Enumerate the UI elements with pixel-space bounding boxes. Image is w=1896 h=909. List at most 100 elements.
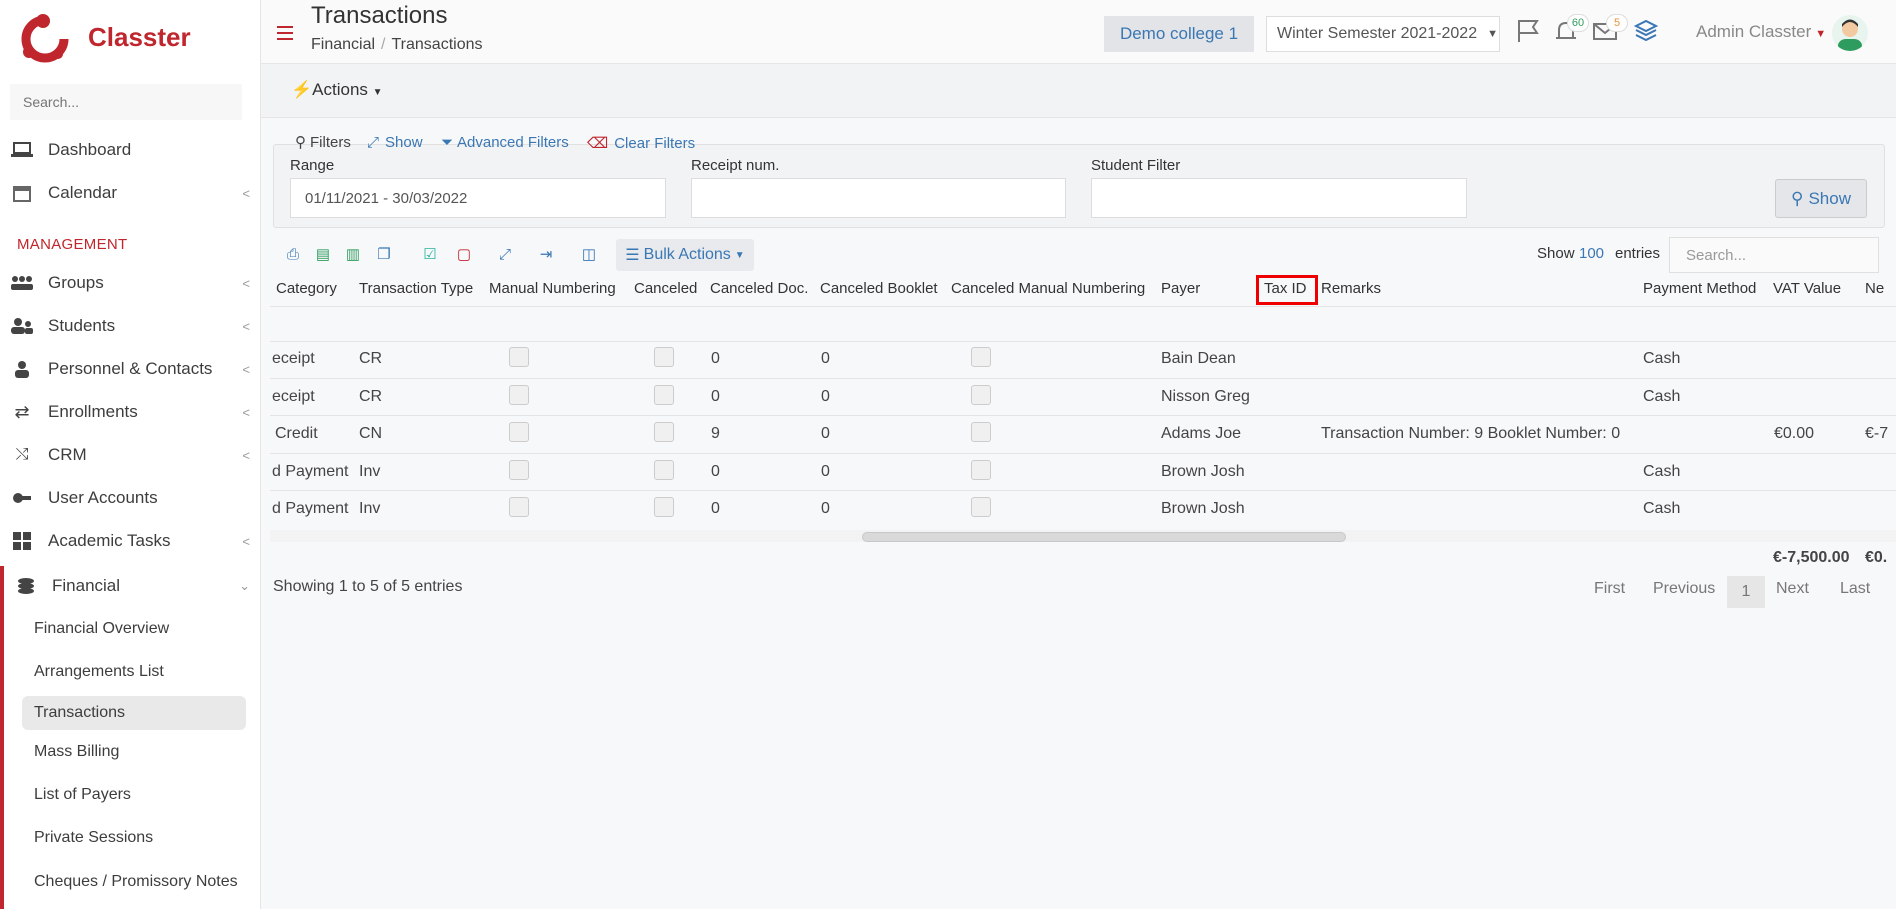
cell-payer[interactable]: Adams Joe bbox=[1161, 425, 1241, 443]
checkbox-canceled[interactable] bbox=[654, 497, 674, 517]
layers-add-icon[interactable] bbox=[1633, 18, 1661, 46]
excel-icon[interactable]: ▤ bbox=[313, 244, 333, 264]
column-header[interactable]: Transaction Type bbox=[359, 280, 473, 297]
column-header[interactable]: Payment Method bbox=[1643, 280, 1756, 297]
breadcrumb-item: Transactions bbox=[391, 36, 483, 53]
checkbox-canceled-manual[interactable] bbox=[971, 497, 991, 517]
envelope-icon[interactable]: 5 bbox=[1592, 14, 1628, 46]
column-header[interactable]: Remarks bbox=[1321, 280, 1381, 297]
pagination-previous[interactable]: Previous bbox=[1653, 580, 1715, 598]
sidebar-item-label: Groups bbox=[48, 273, 104, 292]
cell-payer[interactable]: Brown Josh bbox=[1161, 500, 1245, 518]
receipt-num-input[interactable] bbox=[691, 178, 1066, 218]
pagination-current[interactable]: 1 bbox=[1727, 576, 1765, 608]
column-header[interactable]: Ne bbox=[1865, 280, 1884, 297]
bolt-icon: ⚡ bbox=[291, 80, 313, 99]
checkbox-manual-numbering[interactable] bbox=[509, 347, 529, 367]
cell-payer[interactable]: Bain Dean bbox=[1161, 350, 1236, 368]
search-icon: ⚲ bbox=[1791, 188, 1804, 208]
checkbox-canceled[interactable] bbox=[654, 347, 674, 367]
checkbox-canceled-manual[interactable] bbox=[971, 460, 991, 480]
sidebar-item-personnel[interactable]: Personnel & Contacts < bbox=[0, 349, 260, 389]
checkbox-canceled-manual[interactable] bbox=[971, 385, 991, 405]
export-icon[interactable]: ⇥ bbox=[536, 244, 556, 264]
sidebar-subitem-private-sessions[interactable]: Private Sessions bbox=[34, 821, 258, 855]
cell-payer[interactable]: Nisson Greg bbox=[1161, 388, 1250, 406]
deselect-icon[interactable]: ▢ bbox=[454, 244, 474, 264]
sidebar-item-crm[interactable]: ⤭ CRM < bbox=[0, 435, 260, 475]
cell-type: Inv bbox=[359, 463, 381, 480]
sidebar-subitem-mass-billing[interactable]: Mass Billing bbox=[34, 735, 258, 769]
hamburger-menu-icon[interactable] bbox=[277, 26, 293, 40]
expand-icon[interactable]: ⤢ bbox=[495, 244, 515, 264]
sidebar-item-calendar[interactable]: Calendar < bbox=[0, 173, 260, 213]
column-header[interactable]: Canceled Doc. bbox=[710, 280, 808, 297]
breadcrumb-item[interactable]: Financial bbox=[311, 36, 375, 53]
bulk-actions-button[interactable]: ☰ Bulk Actions ▼ bbox=[616, 239, 754, 271]
select-all-icon[interactable]: ☑ bbox=[420, 244, 440, 264]
actions-bar: ⚡Actions ▼ bbox=[261, 64, 1896, 118]
sidebar-search-input[interactable] bbox=[10, 84, 242, 120]
checkbox-canceled-manual[interactable] bbox=[971, 347, 991, 367]
sidebar-item-enrollments[interactable]: ⇄ Enrollments < bbox=[0, 392, 260, 432]
person-icon bbox=[10, 359, 34, 379]
student-filter-input[interactable] bbox=[1091, 178, 1467, 218]
column-header[interactable]: VAT Value bbox=[1773, 280, 1841, 297]
sidebar-item-groups[interactable]: Groups < bbox=[0, 263, 260, 303]
checkbox-canceled-manual[interactable] bbox=[971, 422, 991, 442]
sidebar-subitem-cheques[interactable]: Cheques / Promissory Notes bbox=[34, 865, 258, 899]
flag-icon[interactable] bbox=[1515, 18, 1543, 46]
clear-filters-link[interactable]: ⌫ Clear Filters bbox=[587, 134, 695, 153]
sidebar-item-user-accounts[interactable]: User Accounts bbox=[0, 478, 260, 518]
calendar-icon bbox=[10, 183, 34, 203]
cell-canceled-doc: 0 bbox=[711, 388, 720, 405]
checkbox-canceled[interactable] bbox=[654, 385, 674, 405]
advanced-filters-link[interactable]: ⏷ Advanced Filters bbox=[441, 134, 569, 151]
actions-dropdown[interactable]: ⚡Actions ▼ bbox=[291, 80, 383, 100]
cell-canceled-booklet: 0 bbox=[821, 500, 830, 517]
logo[interactable]: Classter bbox=[20, 10, 191, 65]
cell-canceled-doc: 0 bbox=[711, 500, 720, 517]
column-header[interactable]: Canceled Booklet bbox=[820, 280, 938, 297]
column-header[interactable]: Category bbox=[276, 280, 337, 297]
sidebar-item-dashboard[interactable]: Dashboard bbox=[0, 130, 260, 170]
pagination-next[interactable]: Next bbox=[1776, 580, 1809, 598]
sidebar-item-students[interactable]: Students < bbox=[0, 306, 260, 346]
show-button[interactable]: ⚲ Show bbox=[1775, 179, 1867, 218]
checkbox-canceled[interactable] bbox=[654, 422, 674, 442]
checkbox-manual-numbering[interactable] bbox=[509, 460, 529, 480]
pagination-first[interactable]: First bbox=[1594, 580, 1625, 598]
user-menu[interactable]: Admin Classter ▼ bbox=[1696, 22, 1826, 42]
column-header[interactable]: Canceled bbox=[634, 280, 697, 297]
cell-canceled-booklet: 0 bbox=[821, 463, 830, 480]
range-label: Range bbox=[290, 157, 335, 174]
table-search-input[interactable]: Search... bbox=[1669, 237, 1879, 273]
column-header[interactable]: Manual Numbering bbox=[489, 280, 616, 297]
sidebar-item-academic-tasks[interactable]: Academic Tasks < bbox=[0, 521, 260, 561]
pagination-last[interactable]: Last bbox=[1840, 580, 1870, 598]
bell-icon[interactable]: 60 bbox=[1553, 14, 1589, 46]
column-header[interactable]: Payer bbox=[1161, 280, 1200, 297]
semester-select[interactable]: Winter Semester 2021-2022 ▼ bbox=[1266, 16, 1500, 52]
college-button[interactable]: Demo college 1 bbox=[1104, 16, 1254, 52]
entries-count-select[interactable]: 100 bbox=[1579, 245, 1604, 262]
range-input[interactable]: 01/11/2021 - 30/03/2022 bbox=[290, 178, 666, 218]
csv-icon[interactable]: ▥ bbox=[343, 244, 363, 264]
print-icon[interactable]: ⎙ bbox=[283, 244, 303, 264]
sidebar-subitem-transactions[interactable]: Transactions bbox=[22, 696, 246, 730]
copy-icon[interactable]: ❐ bbox=[374, 244, 394, 264]
sidebar-subitem-arrangements-list[interactable]: Arrangements List bbox=[34, 655, 258, 689]
sidebar-subitem-financial-overview[interactable]: Financial Overview bbox=[34, 612, 258, 646]
columns-icon[interactable]: ◫ bbox=[579, 244, 599, 264]
checkbox-manual-numbering[interactable] bbox=[509, 422, 529, 442]
sidebar-item-financial[interactable]: Financial ⌄ bbox=[0, 566, 260, 606]
column-header[interactable]: Canceled Manual Numbering bbox=[951, 280, 1145, 297]
scrollbar-thumb[interactable] bbox=[862, 532, 1346, 542]
show-filters-link[interactable]: ⤢ Show bbox=[367, 134, 423, 151]
sidebar-subitem-list-of-payers[interactable]: List of Payers bbox=[34, 778, 258, 812]
checkbox-manual-numbering[interactable] bbox=[509, 385, 529, 405]
cell-payer[interactable]: Brown Josh bbox=[1161, 463, 1245, 481]
checkbox-manual-numbering[interactable] bbox=[509, 497, 529, 517]
avatar[interactable] bbox=[1832, 15, 1868, 51]
checkbox-canceled[interactable] bbox=[654, 460, 674, 480]
